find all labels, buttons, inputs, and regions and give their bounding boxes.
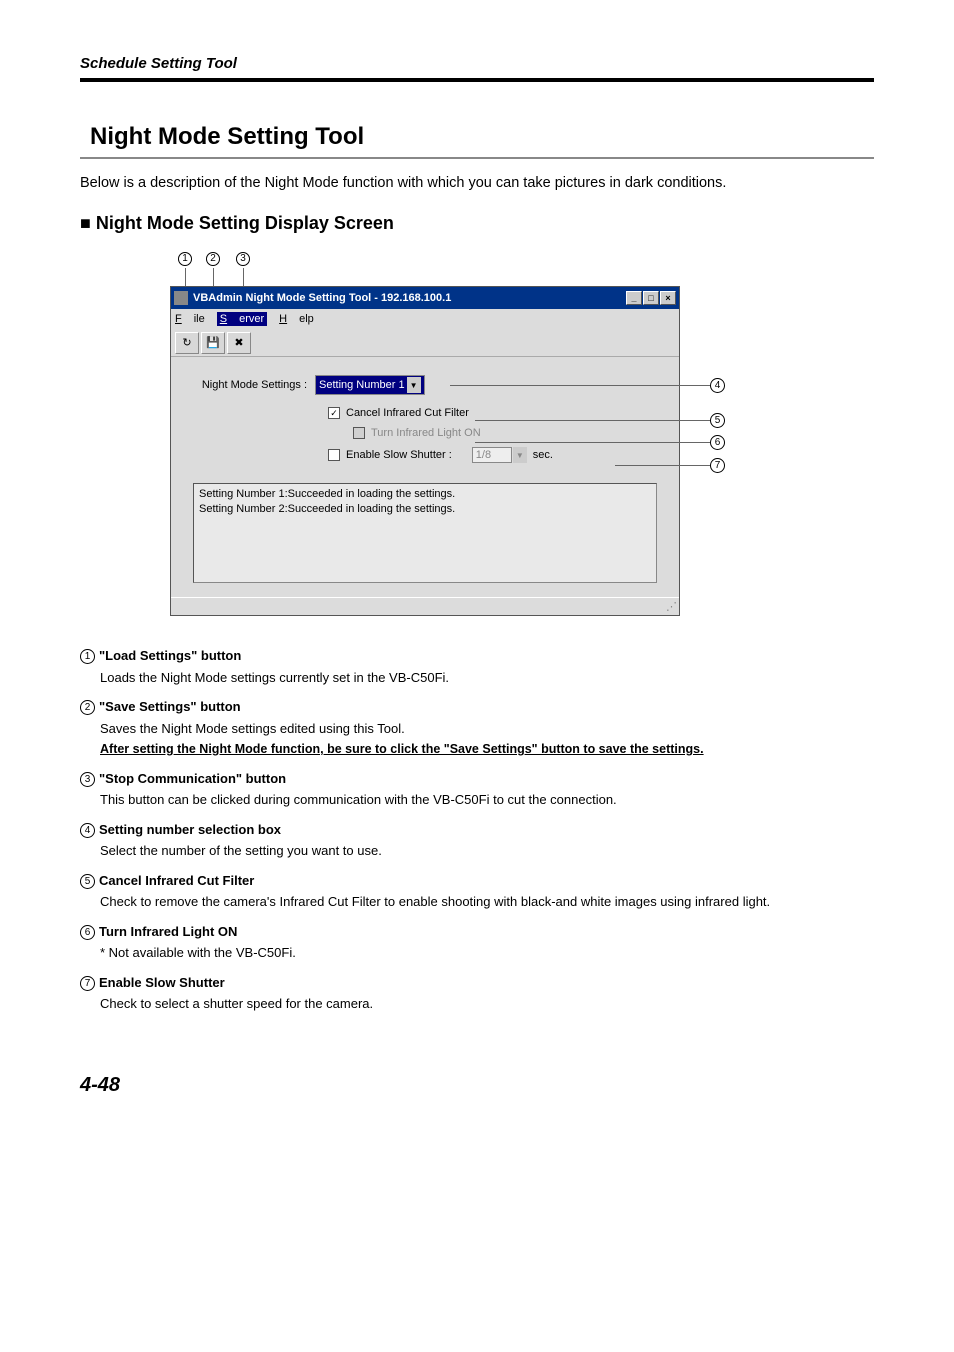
marker-4: 4	[450, 378, 725, 393]
log-line: Setting Number 2:Succeeded in loading th…	[199, 502, 651, 517]
page-number: 4-48	[80, 1074, 874, 1097]
marker-6: 6	[475, 435, 725, 450]
menu-server[interactable]: Server	[217, 312, 267, 326]
marker-2: 2	[206, 250, 220, 286]
resize-grip-icon: ⋰	[666, 600, 677, 613]
marker-7: 7	[615, 458, 725, 473]
page-header: Schedule Setting Tool	[80, 55, 874, 82]
cancel-ir-label: Cancel Infrared Cut Filter	[346, 407, 469, 419]
close-button[interactable]: ×	[660, 291, 676, 305]
desc-item-1: 1"Load Settings" button Loads the Night …	[80, 646, 874, 687]
app-icon	[174, 291, 188, 305]
app-window: VBAdmin Night Mode Setting Tool - 192.16…	[170, 286, 680, 616]
setting-number-select[interactable]: Setting Number 1 ▼	[315, 375, 425, 395]
desc-item-5: 5Cancel Infrared Cut Filter Check to rem…	[80, 871, 874, 912]
settings-label: Night Mode Settings :	[193, 379, 315, 391]
desc-item-7: 7Enable Slow Shutter Check to select a s…	[80, 973, 874, 1014]
menu-file[interactable]: File	[175, 313, 205, 325]
desc-item-4: 4Setting number selection box Select the…	[80, 820, 874, 861]
desc-item-2: 2"Save Settings" button Saves the Night …	[80, 697, 874, 759]
turn-ir-checkbox	[353, 427, 365, 439]
description-list: 1"Load Settings" button Loads the Night …	[80, 646, 874, 1014]
maximize-button[interactable]: □	[643, 291, 659, 305]
content-area: Night Mode Settings : Setting Number 1 ▼…	[171, 357, 679, 597]
minimize-button[interactable]: _	[626, 291, 642, 305]
marker-3: 3	[236, 250, 250, 286]
menubar: File Server Help	[171, 309, 679, 329]
menu-help[interactable]: Help	[279, 313, 314, 325]
marker-5: 5	[475, 413, 725, 428]
log-line: Setting Number 1:Succeeded in loading th…	[199, 487, 651, 502]
log-box: Setting Number 1:Succeeded in loading th…	[193, 483, 657, 583]
section-title: Night Mode Setting Tool	[80, 120, 874, 159]
intro-text: Below is a description of the Night Mode…	[80, 175, 874, 191]
save-settings-button[interactable]: 💾	[201, 332, 225, 354]
chevron-down-icon: ▼	[407, 377, 421, 393]
marker-1: 1	[178, 250, 192, 286]
statusbar: ⋰	[171, 597, 679, 615]
cancel-ir-checkbox[interactable]: ✓	[328, 407, 340, 419]
desc-item-6: 6Turn Infrared Light ON * Not available …	[80, 922, 874, 963]
turn-ir-label: Turn Infrared Light ON	[371, 427, 481, 439]
stop-comm-button[interactable]: ✖	[227, 332, 251, 354]
desc-item-3: 3"Stop Communication" button This button…	[80, 769, 874, 810]
setting-number-value: Setting Number 1	[319, 379, 405, 391]
top-markers: 1 2 3	[174, 250, 790, 286]
slow-shutter-unit: sec.	[533, 449, 553, 461]
toolbar: ↻ 💾 ✖	[171, 329, 679, 357]
slow-shutter-checkbox[interactable]	[328, 449, 340, 461]
titlebar: VBAdmin Night Mode Setting Tool - 192.16…	[171, 287, 679, 309]
load-settings-button[interactable]: ↻	[175, 332, 199, 354]
window-title: VBAdmin Night Mode Setting Tool - 192.16…	[193, 292, 626, 304]
slow-shutter-label: Enable Slow Shutter :	[346, 449, 452, 461]
subsection-title: Night Mode Setting Display Screen	[80, 213, 874, 234]
screenshot-container: 1 2 3 VBAdmin Night Mode Setting Tool - …	[170, 250, 790, 616]
